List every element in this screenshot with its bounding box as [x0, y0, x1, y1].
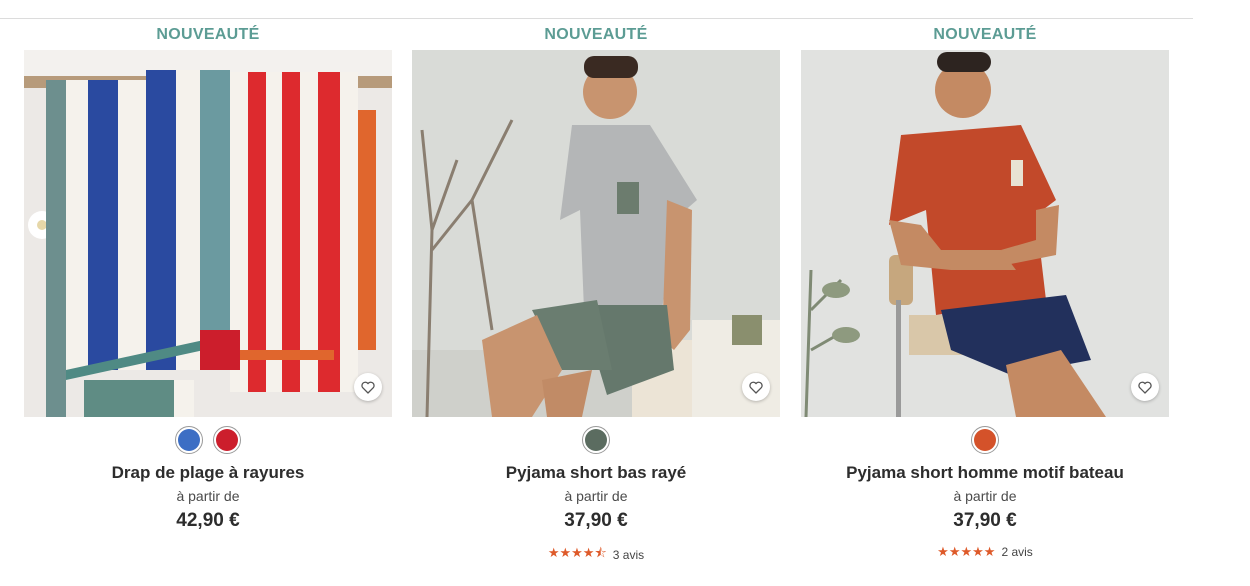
heart-icon: [749, 381, 763, 394]
price-prefix: à partir de: [953, 488, 1017, 504]
favorite-button[interactable]: [354, 373, 382, 401]
price-prefix: à partir de: [176, 488, 240, 504]
heart-icon: [1138, 381, 1152, 394]
product-name[interactable]: Pyjama short homme motif bateau: [801, 463, 1169, 483]
product-name[interactable]: Drap de plage à rayures: [24, 463, 392, 483]
rating[interactable]: ★★★★★ 2 avis: [801, 544, 1169, 560]
review-count[interactable]: 2 avis: [1001, 545, 1032, 559]
star-rating-icon: ★★★★⯪: [547, 545, 607, 560]
new-badge: NOUVEAUTÉ: [933, 26, 1037, 43]
product-card[interactable]: NOUVEAUTÉ Pyjama shor: [801, 20, 1169, 580]
color-swatches: [24, 426, 392, 454]
color-swatch-red[interactable]: [213, 426, 241, 454]
star-rating-icon: ★★★★★: [937, 544, 996, 559]
price-prefix: à partir de: [564, 488, 628, 504]
product-image[interactable]: [412, 50, 780, 417]
color-swatch-green[interactable]: [582, 426, 610, 454]
color-swatches: [801, 426, 1169, 454]
product-price: 37,90 €: [564, 510, 628, 531]
color-swatch-orange[interactable]: [971, 426, 999, 454]
favorite-button[interactable]: [742, 373, 770, 401]
rating[interactable]: ★★★★⯪ 3 avis: [412, 544, 780, 566]
color-swatch-blue[interactable]: [175, 426, 203, 454]
new-badge: NOUVEAUTÉ: [544, 26, 648, 43]
favorite-button[interactable]: [1131, 373, 1159, 401]
heart-icon: [361, 381, 375, 394]
product-card[interactable]: NOUVEAUTÉ Pyjama shor: [412, 20, 780, 580]
product-image[interactable]: [801, 50, 1169, 417]
new-badge: NOUVEAUTÉ: [156, 26, 260, 43]
product-image[interactable]: [24, 50, 392, 417]
product-price: 37,90 €: [953, 510, 1017, 531]
product-card[interactable]: NOUVEAUTÉ Drap de plage à rayures à part…: [24, 20, 392, 580]
review-count[interactable]: 3 avis: [613, 548, 644, 562]
product-price: 42,90 €: [176, 510, 240, 531]
divider: [0, 18, 1193, 19]
product-name[interactable]: Pyjama short bas rayé: [412, 463, 780, 483]
color-swatches: [412, 426, 780, 454]
